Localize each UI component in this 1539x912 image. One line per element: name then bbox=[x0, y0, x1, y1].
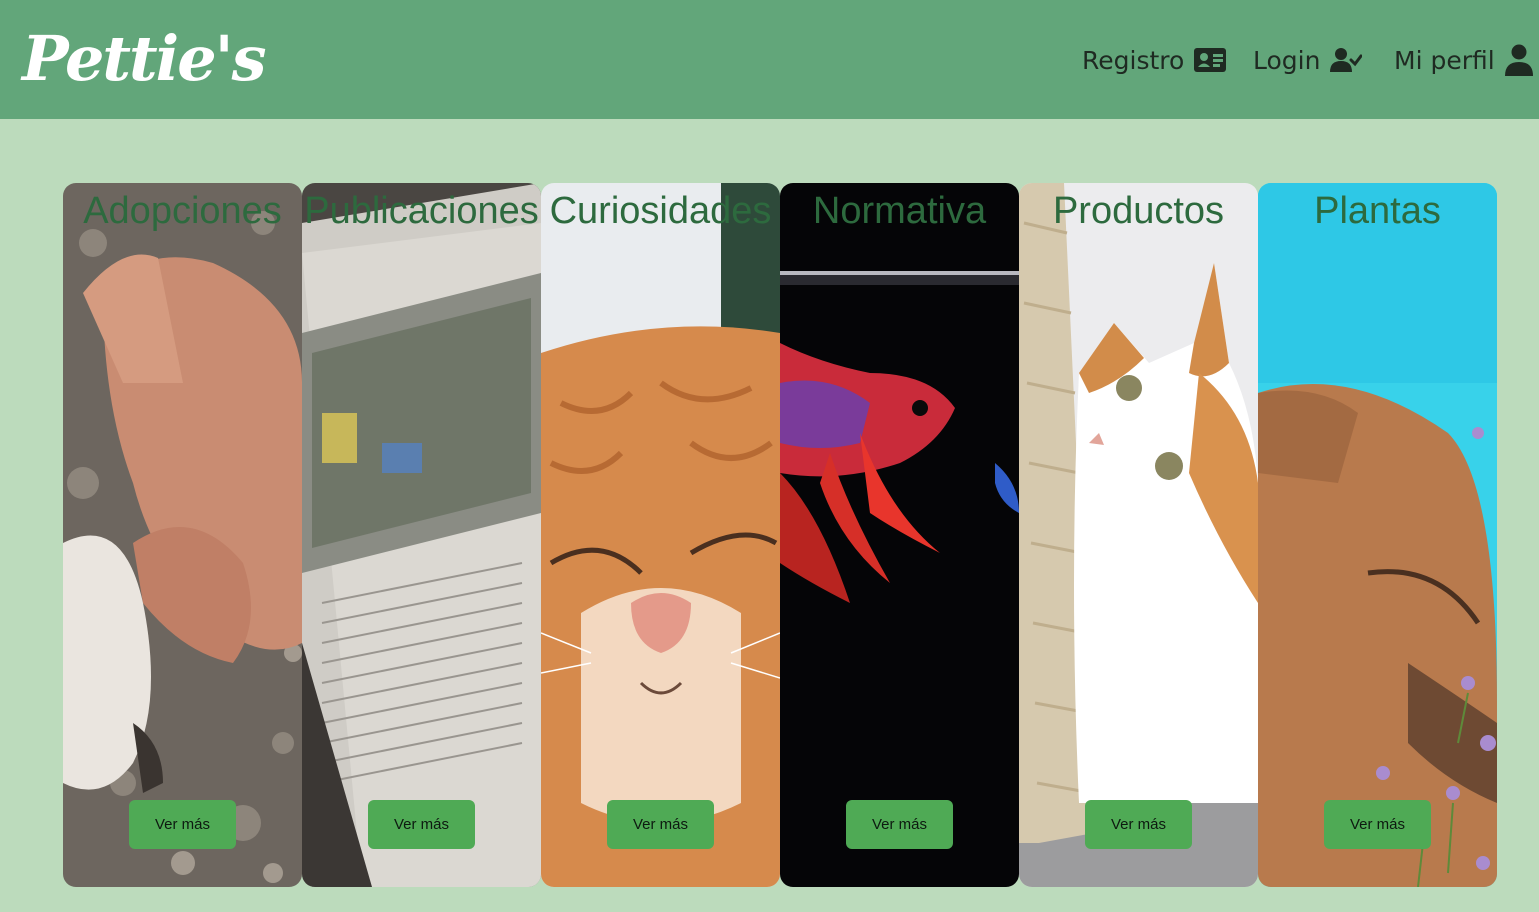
brand-logo[interactable]: Pettie's bbox=[22, 16, 267, 102]
sleeping-orange-cat-image bbox=[541, 183, 780, 887]
user-check-icon bbox=[1330, 46, 1363, 74]
card-title: Normativa bbox=[812, 190, 987, 232]
brand-logo-text: Pettie's bbox=[22, 22, 267, 95]
hand-and-dog-paw-image bbox=[63, 183, 302, 887]
card-title: Adopciones bbox=[83, 190, 282, 232]
card-title: Curiosidades bbox=[549, 190, 772, 232]
ver-mas-button[interactable]: Ver más bbox=[368, 800, 475, 849]
card-title: Plantas bbox=[1314, 190, 1441, 232]
nav-mi-perfil-label: Mi perfil bbox=[1394, 45, 1495, 75]
card-curiosidades[interactable]: Curiosidades Ver más bbox=[541, 183, 780, 887]
card-publicaciones[interactable]: Publicaciones Ver más bbox=[302, 183, 541, 887]
newspaper-image bbox=[302, 183, 541, 887]
ver-mas-button[interactable]: Ver más bbox=[1085, 800, 1192, 849]
nav-login[interactable]: Login bbox=[1253, 38, 1363, 82]
id-card-icon bbox=[1194, 47, 1227, 73]
nav-registro-label: Registro bbox=[1082, 45, 1185, 75]
nav-registro[interactable]: Registro bbox=[1082, 38, 1227, 82]
card-adopciones[interactable]: Adopciones Ver más bbox=[63, 183, 302, 887]
card-normativa[interactable]: Normativa Ver más bbox=[780, 183, 1019, 887]
user-icon bbox=[1504, 44, 1533, 76]
navbar: Pettie's Registro Login Mi perfil bbox=[0, 0, 1539, 119]
betta-fish-image bbox=[780, 183, 1019, 887]
ver-mas-button[interactable]: Ver más bbox=[846, 800, 953, 849]
card-plantas[interactable]: Plantas Ver más bbox=[1258, 183, 1497, 887]
dog-smelling-flowers-image bbox=[1258, 183, 1497, 887]
ver-mas-button[interactable]: Ver más bbox=[1324, 800, 1431, 849]
nav-login-label: Login bbox=[1253, 45, 1321, 75]
ver-mas-button[interactable]: Ver más bbox=[607, 800, 714, 849]
card-title: Publicaciones bbox=[304, 190, 539, 232]
card-title: Productos bbox=[1052, 190, 1225, 232]
category-cards: Adopciones Ver más Publicaciones Ver más bbox=[63, 183, 1497, 887]
ver-mas-button[interactable]: Ver más bbox=[129, 800, 236, 849]
cat-with-scratching-post-image bbox=[1019, 183, 1258, 887]
card-productos[interactable]: Productos Ver más bbox=[1019, 183, 1258, 887]
nav-mi-perfil[interactable]: Mi perfil bbox=[1394, 38, 1533, 82]
